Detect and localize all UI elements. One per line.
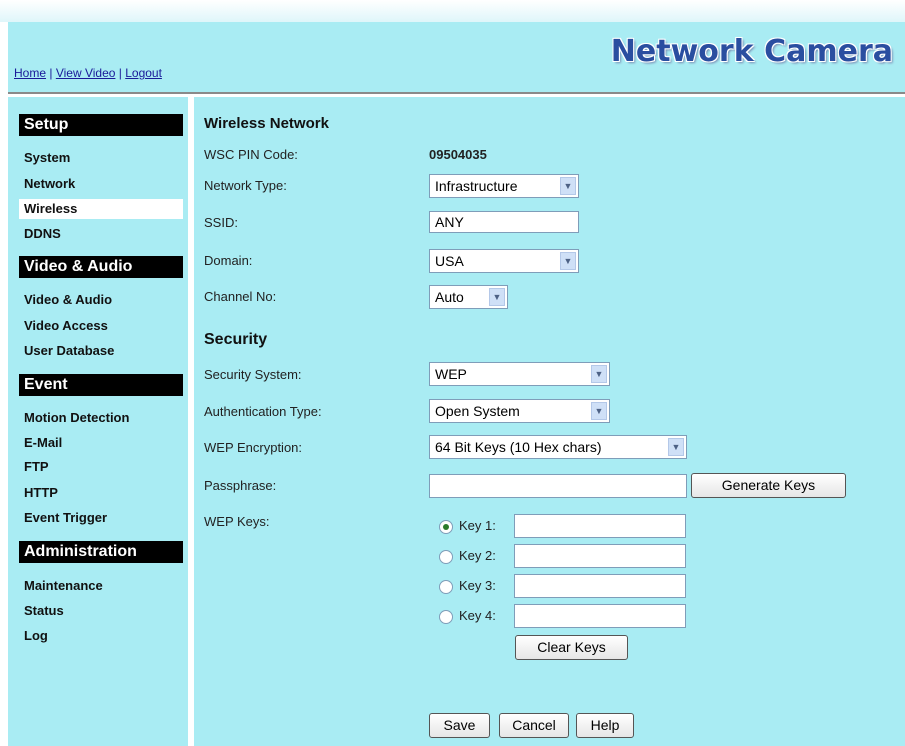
key2-radio[interactable] bbox=[439, 549, 453, 564]
key4-input[interactable] bbox=[514, 604, 686, 628]
domain-select[interactable]: USA ▼ bbox=[429, 249, 579, 273]
wep-encryption-select[interactable]: 64 Bit Keys (10 Hex chars) ▼ bbox=[429, 435, 687, 459]
sidebar-item-http[interactable]: HTTP bbox=[19, 483, 183, 503]
sidebar-item-ftp[interactable]: FTP bbox=[19, 457, 183, 477]
clear-keys-button[interactable]: Clear Keys bbox=[515, 635, 628, 660]
security-system-select[interactable]: WEP ▼ bbox=[429, 362, 610, 386]
sidebar-item-maintenance[interactable]: Maintenance bbox=[19, 576, 183, 596]
sidebar-item-network[interactable]: Network bbox=[19, 174, 183, 194]
wsc-pin-value: 09504035 bbox=[429, 147, 487, 162]
main-panel: Wireless Network WSC PIN Code: 09504035 … bbox=[194, 97, 905, 746]
key4-radio[interactable] bbox=[439, 609, 453, 624]
sidebar-item-video-audio[interactable]: Video & Audio bbox=[19, 290, 183, 310]
chevron-down-icon: ▼ bbox=[591, 402, 607, 420]
key3-row: Key 3: bbox=[439, 574, 496, 598]
chevron-down-icon: ▼ bbox=[489, 288, 505, 306]
wep-encryption-value: 64 Bit Keys (10 Hex chars) bbox=[435, 439, 602, 455]
top-nav-links: Home | View Video | Logout bbox=[14, 66, 162, 80]
sidebar-item-wireless[interactable]: Wireless bbox=[19, 199, 183, 219]
network-type-label: Network Type: bbox=[204, 178, 287, 193]
home-link[interactable]: Home bbox=[14, 66, 46, 80]
chevron-down-icon: ▼ bbox=[560, 177, 576, 195]
key3-input[interactable] bbox=[514, 574, 686, 598]
sidebar: Setup System Network Wireless DDNS Video… bbox=[8, 97, 188, 746]
chevron-down-icon: ▼ bbox=[591, 365, 607, 383]
key4-label: Key 4: bbox=[459, 608, 496, 623]
help-button[interactable]: Help bbox=[576, 713, 634, 738]
sidebar-item-email[interactable]: E-Mail bbox=[19, 433, 183, 453]
channel-value: Auto bbox=[435, 289, 464, 305]
auth-type-value: Open System bbox=[435, 403, 520, 419]
sidebar-section-video-audio: Video & Audio bbox=[19, 256, 183, 278]
key4-row: Key 4: bbox=[439, 604, 496, 628]
wireless-network-heading: Wireless Network bbox=[204, 115, 329, 132]
domain-value: USA bbox=[435, 253, 464, 269]
key3-label: Key 3: bbox=[459, 578, 496, 593]
network-type-value: Infrastructure bbox=[435, 178, 518, 194]
sidebar-item-system[interactable]: System bbox=[19, 148, 183, 168]
channel-label: Channel No: bbox=[204, 289, 277, 304]
sidebar-item-event-trigger[interactable]: Event Trigger bbox=[19, 508, 183, 528]
save-button[interactable]: Save bbox=[429, 713, 490, 738]
brand-logo: Network Camera bbox=[610, 34, 893, 69]
sidebar-item-video-access[interactable]: Video Access bbox=[19, 316, 183, 336]
auth-type-select[interactable]: Open System ▼ bbox=[429, 399, 610, 423]
logout-link[interactable]: Logout bbox=[125, 66, 162, 80]
auth-type-label: Authentication Type: bbox=[204, 404, 322, 419]
ssid-input[interactable]: ANY bbox=[429, 211, 579, 233]
key1-radio[interactable] bbox=[439, 519, 453, 534]
ssid-label: SSID: bbox=[204, 215, 238, 230]
key2-row: Key 2: bbox=[439, 544, 496, 568]
sidebar-section-setup: Setup bbox=[19, 114, 183, 136]
security-system-label: Security System: bbox=[204, 367, 302, 382]
chevron-down-icon: ▼ bbox=[668, 438, 684, 456]
passphrase-label: Passphrase: bbox=[204, 478, 277, 493]
sidebar-item-user-database[interactable]: User Database bbox=[19, 341, 183, 361]
sidebar-item-log[interactable]: Log bbox=[19, 626, 183, 646]
sidebar-section-event: Event bbox=[19, 374, 183, 396]
key2-label: Key 2: bbox=[459, 548, 496, 563]
chevron-down-icon: ▼ bbox=[560, 252, 576, 270]
top-gradient-band bbox=[0, 0, 905, 22]
passphrase-input[interactable] bbox=[429, 474, 687, 498]
domain-label: Domain: bbox=[204, 253, 253, 268]
channel-select[interactable]: Auto ▼ bbox=[429, 285, 508, 309]
view-video-link[interactable]: View Video bbox=[56, 66, 116, 80]
key1-row: Key 1: bbox=[439, 514, 496, 538]
network-type-select[interactable]: Infrastructure ▼ bbox=[429, 174, 579, 198]
sidebar-item-motion-detection[interactable]: Motion Detection bbox=[19, 408, 183, 428]
wep-keys-label: WEP Keys: bbox=[204, 514, 270, 529]
wep-encryption-label: WEP Encryption: bbox=[204, 440, 303, 455]
wsc-pin-label: WSC PIN Code: bbox=[204, 147, 298, 162]
header: Home | View Video | Logout Network Camer… bbox=[8, 22, 905, 94]
generate-keys-button[interactable]: Generate Keys bbox=[691, 473, 846, 498]
key2-input[interactable] bbox=[514, 544, 686, 568]
sidebar-item-status[interactable]: Status bbox=[19, 601, 183, 621]
key1-label: Key 1: bbox=[459, 518, 496, 533]
key1-input[interactable] bbox=[514, 514, 686, 538]
security-heading: Security bbox=[204, 331, 268, 348]
cancel-button[interactable]: Cancel bbox=[499, 713, 569, 738]
security-system-value: WEP bbox=[435, 366, 467, 382]
sidebar-section-administration: Administration bbox=[19, 541, 183, 563]
key3-radio[interactable] bbox=[439, 579, 453, 594]
sidebar-item-ddns[interactable]: DDNS bbox=[19, 224, 183, 244]
